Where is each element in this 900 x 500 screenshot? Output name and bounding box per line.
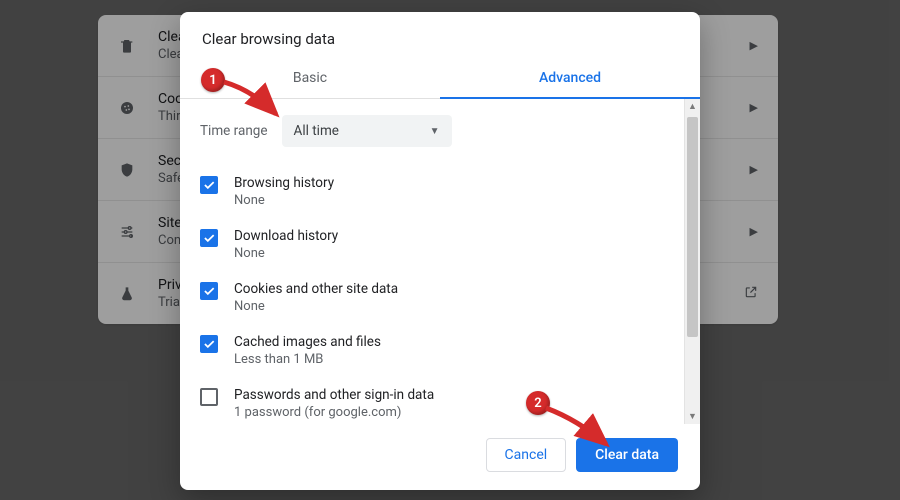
clear-browsing-data-dialog: Clear browsing data Basic Advanced Time … [180,12,700,490]
scrollbar-up-icon[interactable]: ▲ [685,99,700,114]
item-title: Cookies and other site data [234,281,398,297]
tab-advanced[interactable]: Advanced [440,60,700,98]
annotation-badge-1: 1 [201,68,225,92]
scrollbar-down-icon[interactable]: ▼ [685,409,700,424]
annotation-badge-2: 2 [526,391,550,415]
clear-data-item: Browsing history None [200,165,664,218]
clear-data-button[interactable]: Clear data [576,438,678,472]
time-range-select[interactable]: All time ▼ [282,115,452,147]
clear-data-item: Download history None [200,218,664,271]
item-title: Passwords and other sign-in data [234,387,434,403]
dialog-title: Clear browsing data [180,12,700,60]
checkbox[interactable] [200,229,218,247]
clear-data-item: Cookies and other site data None [200,271,664,324]
time-range-value: All time [294,123,339,139]
item-sub: None [234,299,398,314]
clear-data-item: Cached images and files Less than 1 MB [200,324,664,377]
dialog-tabs: Basic Advanced [180,60,700,99]
item-title: Cached images and files [234,334,381,350]
caret-down-icon: ▼ [430,126,440,137]
item-sub: Less than 1 MB [234,352,381,367]
checkbox[interactable] [200,176,218,194]
item-sub: None [234,193,334,208]
time-range-label: Time range [200,123,268,139]
checkbox[interactable] [200,388,218,406]
scrollbar[interactable]: ▲ ▼ [684,99,700,424]
checkbox[interactable] [200,282,218,300]
item-sub: 1 password (for google.com) [234,405,434,420]
dialog-scroll-area: Time range All time ▼ Browsing history No… [180,99,684,424]
cancel-button[interactable]: Cancel [486,438,567,472]
item-title: Browsing history [234,175,334,191]
scrollbar-thumb[interactable] [687,117,698,337]
item-title: Download history [234,228,338,244]
item-sub: None [234,246,338,261]
dialog-footer: Cancel Clear data [180,424,700,490]
checkbox[interactable] [200,335,218,353]
clear-data-item: Passwords and other sign-in data 1 passwo… [200,377,664,424]
